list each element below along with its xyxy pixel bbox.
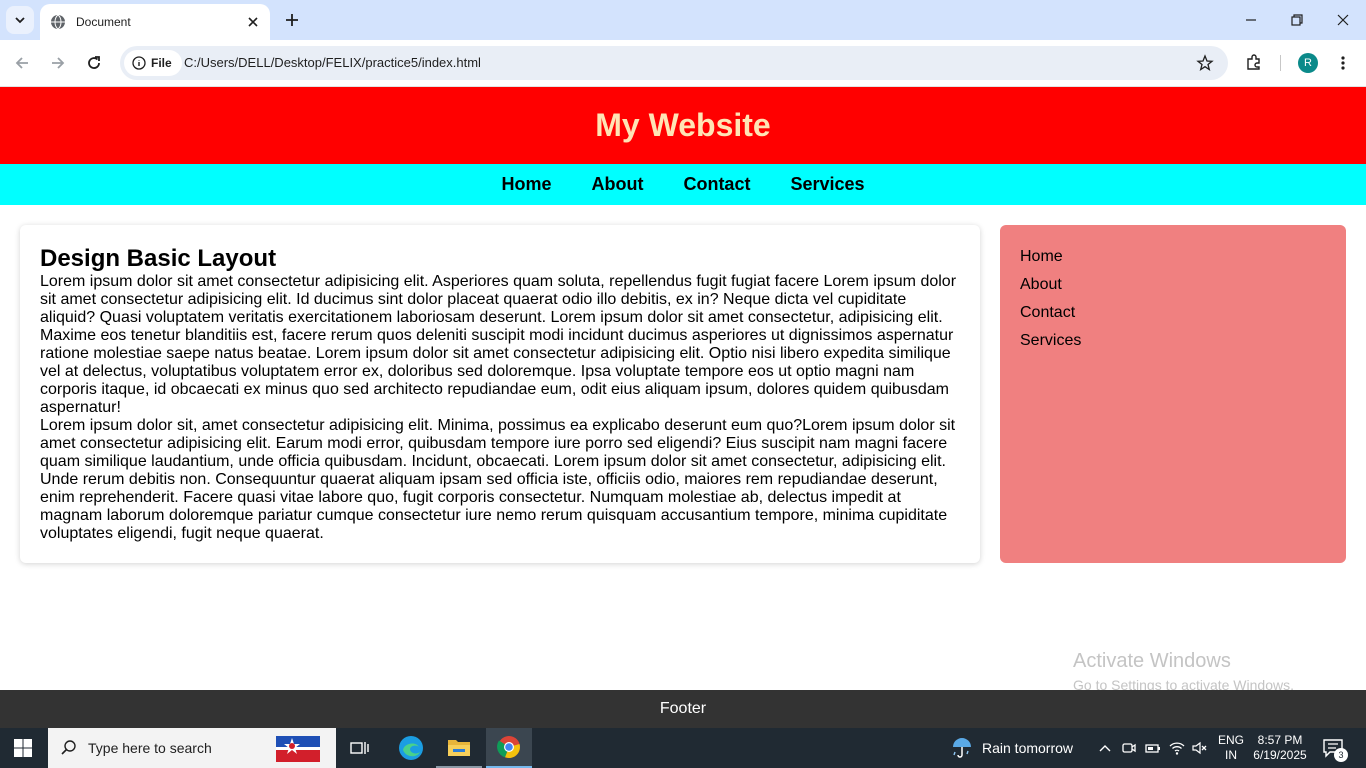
- forward-icon[interactable]: [49, 54, 67, 72]
- extensions-icon[interactable]: [1245, 53, 1263, 71]
- more-menu-icon[interactable]: [1336, 54, 1350, 72]
- url-scheme-label: File: [151, 56, 172, 70]
- watermark-title: Activate Windows: [1073, 650, 1231, 672]
- volume-muted-icon[interactable]: [1192, 740, 1208, 756]
- site-header: My Website: [0, 87, 1366, 164]
- activate-windows-watermark: Activate Windows Go to Settings to activ…: [1073, 650, 1294, 693]
- new-tab-icon[interactable]: [282, 10, 302, 30]
- folder-icon: [448, 740, 470, 756]
- globe-icon: [51, 14, 65, 30]
- notification-count-badge: 3: [1334, 748, 1348, 762]
- main-heading: Design Basic Layout: [40, 245, 277, 272]
- toolbar-divider: [1280, 55, 1281, 71]
- meet-now-icon[interactable]: [1121, 740, 1137, 756]
- taskbar-file-explorer[interactable]: [436, 728, 482, 768]
- chevron-up-icon[interactable]: [1097, 740, 1113, 756]
- language-indicator[interactable]: ENG IN: [1218, 733, 1244, 763]
- sidebar-link-home[interactable]: Home: [1020, 243, 1326, 271]
- umbrella-rain-icon: [953, 738, 971, 758]
- nav-link-home[interactable]: Home: [501, 174, 551, 195]
- browser-tab-bar: Document: [0, 0, 1366, 40]
- clock-date: 6/19/2025: [1253, 748, 1307, 762]
- battery-icon[interactable]: [1145, 740, 1161, 756]
- taskbar: Type here to search Rain tomorrow ENG IN…: [0, 728, 1366, 768]
- task-view-button[interactable]: [337, 728, 383, 768]
- task-view-icon: [350, 742, 369, 754]
- search-placeholder: Type here to search: [88, 740, 212, 756]
- top-nav: Home About Contact Services: [0, 164, 1366, 205]
- minimize-icon[interactable]: [1243, 12, 1259, 28]
- browser-toolbar: File C:/Users/DELL/Desktop/FELIX/practic…: [0, 40, 1366, 87]
- info-icon: [132, 56, 146, 70]
- edge-browser-icon: [399, 736, 423, 760]
- address-bar[interactable]: File C:/Users/DELL/Desktop/FELIX/practic…: [120, 46, 1228, 80]
- sidebar-link-services[interactable]: Services: [1020, 327, 1326, 355]
- browser-tab[interactable]: Document: [40, 4, 270, 40]
- restore-icon[interactable]: [1289, 12, 1305, 28]
- clock-time: 8:57 PM: [1257, 733, 1303, 747]
- bookmark-star-icon[interactable]: [1196, 54, 1214, 72]
- weather-text: Rain tomorrow: [982, 740, 1074, 756]
- region-code: IN: [1225, 748, 1237, 762]
- close-tab-icon[interactable]: [246, 15, 260, 29]
- footer-text: Footer: [659, 700, 707, 717]
- sidebar-link-about[interactable]: About: [1020, 271, 1326, 299]
- site-title: My Website: [595, 107, 771, 143]
- search-highlight-flag-icon[interactable]: [272, 730, 322, 766]
- search-icon: [61, 740, 76, 755]
- chrome-icon: [497, 736, 520, 759]
- system-clock[interactable]: 8:57 PM 6/19/2025: [1252, 733, 1308, 763]
- taskbar-chrome[interactable]: [486, 728, 532, 768]
- reload-icon[interactable]: [85, 54, 103, 72]
- language-code: ENG: [1218, 733, 1245, 747]
- main-content-card: Design Basic Layout Lorem ipsum dolor si…: [20, 225, 980, 563]
- main-paragraph-2: Lorem ipsum dolor sit, amet consectetur …: [40, 417, 956, 542]
- chevron-down-icon: [15, 17, 25, 24]
- nav-link-services[interactable]: Services: [790, 174, 864, 195]
- tab-search-button[interactable]: [6, 6, 34, 34]
- back-icon[interactable]: [13, 54, 31, 72]
- site-footer: Footer: [0, 690, 1366, 728]
- nav-link-about[interactable]: About: [591, 174, 643, 195]
- profile-avatar[interactable]: R: [1298, 53, 1318, 73]
- taskbar-edge[interactable]: [388, 728, 434, 768]
- main-paragraph-1: Lorem ipsum dolor sit amet consectetur a…: [40, 273, 957, 416]
- sidebar-link-contact[interactable]: Contact: [1020, 299, 1326, 327]
- tab-title: Document: [76, 15, 131, 29]
- site-info-chip[interactable]: File: [124, 50, 182, 76]
- sidebar: Home About Contact Services: [1000, 225, 1346, 563]
- windows-start-icon[interactable]: [14, 739, 32, 757]
- weather-widget[interactable]: Rain tomorrow: [950, 728, 1073, 768]
- wifi-icon[interactable]: [1169, 740, 1185, 756]
- close-window-icon[interactable]: [1335, 12, 1351, 28]
- url-text[interactable]: C:/Users/DELL/Desktop/FELIX/practice5/in…: [184, 55, 481, 70]
- nav-link-contact[interactable]: Contact: [683, 174, 750, 195]
